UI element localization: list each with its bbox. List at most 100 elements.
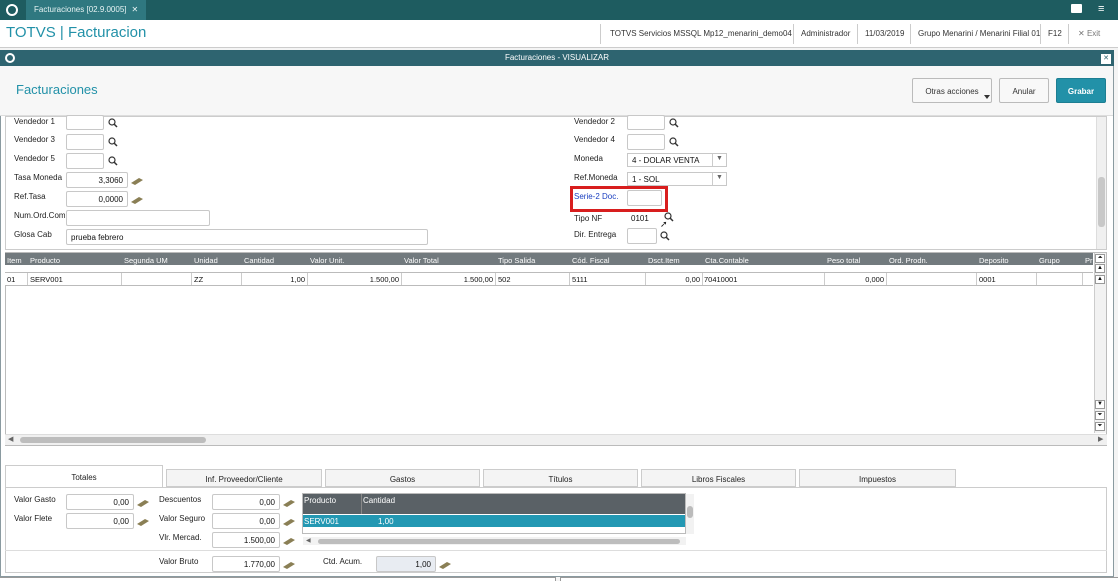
tasa-moneda-field[interactable]: 3,3060 bbox=[66, 172, 128, 188]
col-header[interactable]: Cantidad bbox=[363, 496, 395, 505]
app-logo-icon[interactable] bbox=[6, 4, 18, 16]
num-ord-field[interactable] bbox=[66, 210, 210, 226]
col-header[interactable]: Pr bbox=[1083, 253, 1093, 265]
cell-unidad: ZZ bbox=[194, 273, 242, 285]
vendedor4-field[interactable] bbox=[627, 134, 665, 150]
col-header[interactable]: Cta.Contable bbox=[703, 253, 825, 265]
scroll-bottom-icon[interactable]: ⏷ bbox=[1095, 422, 1105, 431]
glosa-label: Glosa Cab bbox=[14, 230, 52, 239]
tab-libros-fiscales[interactable]: Libros Fiscales bbox=[641, 469, 796, 487]
scroll-page-down-icon[interactable]: ⏷ bbox=[1095, 411, 1105, 420]
col-header[interactable]: Peso total bbox=[825, 253, 887, 265]
money-icon[interactable] bbox=[137, 518, 149, 528]
summary-vscroll-thumb[interactable] bbox=[687, 506, 693, 518]
dialog-close-icon[interactable]: ✕ bbox=[1101, 54, 1111, 64]
money-icon[interactable] bbox=[283, 537, 295, 547]
tab-gastos[interactable]: Gastos bbox=[325, 469, 480, 487]
scroll-right-icon[interactable]: ▶ bbox=[1098, 435, 1103, 443]
col-header[interactable]: Cód. Fiscal bbox=[570, 253, 646, 265]
col-header[interactable]: Segunda UM bbox=[122, 253, 192, 265]
glosa-field[interactable]: prueba febrero bbox=[66, 229, 428, 245]
col-header[interactable]: Deposito bbox=[977, 253, 1037, 265]
form-scrollbar[interactable] bbox=[1096, 117, 1106, 249]
f12-button[interactable]: F12 bbox=[1048, 29, 1062, 38]
tab-impuestos[interactable]: Impuestos bbox=[799, 469, 956, 487]
search-icon[interactable] bbox=[660, 231, 670, 243]
summary-hscroll-thumb[interactable] bbox=[318, 539, 680, 544]
menu-icon[interactable]: ≡ bbox=[1098, 3, 1104, 15]
tab-totales[interactable]: Totales bbox=[5, 465, 163, 487]
search-icon[interactable] bbox=[669, 137, 679, 149]
search-icon[interactable] bbox=[669, 118, 679, 130]
tab-inf-proveedor[interactable]: Inf. Proveedor/Cliente bbox=[166, 469, 322, 487]
num-ord-label: Num.Ord.Com. bbox=[14, 211, 68, 220]
valor-bruto-field[interactable]: 1.770,00 bbox=[212, 556, 280, 572]
other-actions-label: Otras acciones bbox=[925, 87, 979, 96]
col-header[interactable]: Item bbox=[5, 253, 27, 265]
vendedor2-field[interactable] bbox=[627, 115, 665, 130]
scroll-left-icon[interactable]: ◀ bbox=[306, 537, 311, 544]
vlr-mercad-field[interactable]: 1.500,00 bbox=[212, 532, 280, 548]
vendedor1-field[interactable] bbox=[66, 115, 104, 130]
dir-entrega-field[interactable] bbox=[627, 228, 657, 244]
exit-button[interactable]: ✕ Exit bbox=[1078, 29, 1100, 38]
col-header[interactable]: Ord. Prodn. bbox=[887, 253, 977, 265]
money-icon[interactable] bbox=[283, 499, 295, 509]
scroll-top-icon[interactable]: ⏶ bbox=[1095, 254, 1105, 263]
hscroll-thumb[interactable] bbox=[20, 437, 206, 443]
moneda-select[interactable]: 4 - DOLAR VENTA ▼ bbox=[627, 153, 727, 167]
tab-label: Libros Fiscales bbox=[691, 475, 746, 484]
money-icon[interactable] bbox=[131, 196, 143, 206]
tab-label: Inf. Proveedor/Cliente bbox=[205, 475, 283, 484]
col-header[interactable]: Valor Unit. bbox=[308, 253, 402, 265]
ref-tasa-field[interactable]: 0,0000 bbox=[66, 191, 128, 207]
branch-label: Grupo Menarini / Menarini Filial 01 bbox=[918, 29, 1041, 38]
close-icon[interactable]: ✕ bbox=[132, 5, 139, 14]
summary-vscrollbar[interactable] bbox=[686, 494, 694, 534]
cell-valor-unit: 1.500,00 bbox=[308, 273, 402, 285]
cell-cantidad: 1,00 bbox=[378, 517, 394, 526]
mail-icon[interactable] bbox=[1071, 4, 1082, 13]
cancel-button[interactable]: Anular bbox=[999, 78, 1049, 103]
scroll-down-icon[interactable]: ▼ bbox=[1095, 400, 1105, 409]
chevron-down-icon bbox=[984, 95, 990, 99]
search-icon[interactable] bbox=[108, 137, 118, 149]
valor-flete-field[interactable]: 0,00 bbox=[66, 513, 134, 529]
search-icon[interactable] bbox=[108, 156, 118, 168]
valor-gasto-field[interactable]: 0,00 bbox=[66, 494, 134, 510]
col-header[interactable]: Valor Total bbox=[402, 253, 496, 265]
col-header[interactable]: Producto bbox=[28, 253, 122, 265]
scroll-page-up-icon[interactable]: ▲ bbox=[1095, 275, 1105, 284]
scroll-left-icon[interactable]: ◀ bbox=[8, 435, 13, 443]
tipo-nf-value[interactable]: 0101 bbox=[631, 214, 649, 223]
vendedor3-field[interactable] bbox=[66, 134, 104, 150]
col-header[interactable]: Cantidad bbox=[242, 253, 308, 265]
col-header[interactable]: Unidad bbox=[192, 253, 242, 265]
save-button[interactable]: Grabar bbox=[1056, 78, 1106, 103]
form-scrollbar-thumb[interactable] bbox=[1098, 177, 1105, 227]
ctd-acum-field[interactable]: 1,00 bbox=[376, 556, 436, 572]
col-header[interactable]: Producto bbox=[304, 496, 336, 505]
money-icon[interactable] bbox=[439, 561, 451, 571]
page-title: Facturaciones bbox=[16, 82, 98, 97]
cell-tipo-salida: 502 bbox=[498, 273, 570, 285]
tab-titulos[interactable]: Títulos bbox=[483, 469, 638, 487]
money-icon[interactable] bbox=[137, 499, 149, 509]
money-icon[interactable] bbox=[283, 561, 295, 571]
other-actions-button[interactable]: Otras acciones bbox=[912, 78, 992, 103]
money-icon[interactable] bbox=[131, 177, 143, 187]
descuentos-field[interactable]: 0,00 bbox=[212, 494, 280, 510]
valor-seguro-field[interactable]: 0,00 bbox=[212, 513, 280, 529]
vendedor3-label: Vendedor 3 bbox=[14, 135, 55, 144]
vendedor5-field[interactable] bbox=[66, 153, 104, 169]
scroll-up-icon[interactable]: ▲ bbox=[1095, 264, 1105, 273]
col-header[interactable]: Dsct.Item bbox=[646, 253, 703, 265]
table-row[interactable] bbox=[303, 515, 685, 527]
col-header[interactable]: Tipo Salida bbox=[496, 253, 570, 265]
cell-item: 01 bbox=[7, 273, 28, 285]
tab-facturaciones[interactable]: Facturaciones [02.9.0005] ✕ bbox=[26, 0, 147, 20]
search-icon[interactable] bbox=[108, 118, 118, 130]
ref-moneda-select[interactable]: 1 - SOL ▼ bbox=[627, 172, 727, 186]
col-header[interactable]: Grupo bbox=[1037, 253, 1083, 265]
money-icon[interactable] bbox=[283, 518, 295, 528]
